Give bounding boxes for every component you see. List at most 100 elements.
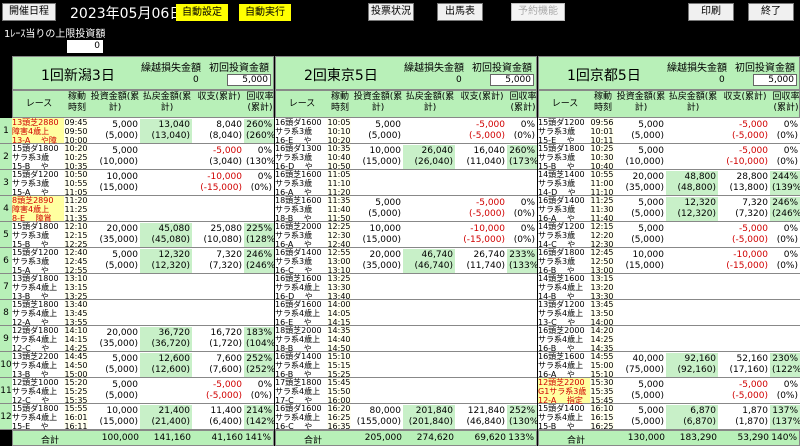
race-inv-cell bbox=[351, 171, 403, 195]
race-bal-cell: 1,870 (1,870) bbox=[735, 406, 768, 427]
total-bal: 41,160 bbox=[211, 433, 244, 443]
run-time: 13:25 13:30 13:40 bbox=[327, 274, 351, 301]
venue-name: 2回東京5日 bbox=[304, 68, 378, 84]
run-time: 13:15 13:20 13:30 bbox=[590, 274, 614, 301]
race-pay-cell bbox=[140, 145, 192, 169]
run-time: 12:45 12:50 13:00 bbox=[590, 248, 614, 275]
column-header: 回収率(累計) bbox=[772, 92, 800, 113]
race-info: 13頭芝2880 障害4歳上 13-A や障 bbox=[12, 118, 64, 145]
race-rate-cell: 0% (0%) bbox=[776, 120, 798, 141]
column-header: レース bbox=[551, 99, 579, 109]
race-bal-cell bbox=[718, 301, 770, 325]
auto-setting-button[interactable]: 自動設定 bbox=[176, 4, 228, 21]
race-inv-cell bbox=[351, 301, 403, 325]
race-inv-cell bbox=[351, 275, 403, 299]
initial-investment-input[interactable]: 5,000 bbox=[753, 74, 797, 86]
race-bal-cell bbox=[455, 327, 507, 351]
reserve-button[interactable]: 予約機能 bbox=[511, 3, 565, 21]
race-pay-cell bbox=[403, 353, 455, 377]
race-pay-cell bbox=[403, 327, 455, 351]
exit-button[interactable]: 終了 bbox=[748, 3, 794, 21]
race-bal-cell: -10,000 (-15,000) bbox=[726, 250, 768, 271]
race-pay-cell bbox=[140, 275, 192, 299]
race-rate-cell bbox=[244, 275, 274, 299]
race-inv-cell bbox=[351, 353, 403, 377]
race-number: 6 bbox=[0, 248, 12, 274]
race-info: 14頭芝1600 サラ系4歳上 14-B や bbox=[538, 274, 590, 301]
race-inv-cell: 5,000 (5,000) bbox=[105, 250, 138, 271]
total-rate: 140% bbox=[771, 433, 797, 443]
initial-investment-input[interactable]: 5,000 bbox=[227, 74, 271, 86]
race-info: 16頭ダ1400 サラ系3歳 16-A や bbox=[538, 196, 590, 223]
venue-header: 1回新潟3日 繰越損失金額 0 初回投資金額 5,000 bbox=[12, 56, 274, 90]
run-time: 14:00 14:05 14:15 bbox=[327, 300, 351, 327]
race-pay-cell bbox=[666, 145, 718, 169]
carryover-loss-value: 0 bbox=[719, 75, 725, 85]
race-pay-cell: 21,400 (21,400) bbox=[140, 405, 192, 429]
race-info: 15頭芝1800 サラ系4歳上 12-A や bbox=[12, 300, 64, 327]
race-number: 1 bbox=[0, 118, 12, 144]
race-number: 3 bbox=[0, 170, 12, 196]
race-info: 12頭芝1000 サラ系4歳上 12-C や bbox=[12, 378, 64, 405]
run-time: 12:40 12:45 12:55 bbox=[64, 248, 88, 275]
race-pay-cell bbox=[403, 223, 455, 247]
race-number: 12 bbox=[0, 404, 12, 430]
race-bal-cell: 8,040 (8,040) bbox=[209, 120, 242, 141]
initial-investment-input[interactable]: 5,000 bbox=[490, 74, 534, 86]
race-bal-cell: 7,320 (7,320) bbox=[735, 198, 768, 219]
race-pay-cell: 26,040 (26,040) bbox=[403, 145, 455, 169]
race-pay-cell bbox=[666, 249, 718, 273]
carryover-loss-value: 0 bbox=[193, 75, 199, 85]
race-info: 16頭芝1600 サラ系4歳上 16-D や bbox=[275, 274, 327, 301]
race-bal-cell: -5,000 (-5,000) bbox=[731, 380, 768, 401]
print-button[interactable]: 印刷 bbox=[688, 3, 734, 21]
race-pay-cell bbox=[666, 119, 718, 143]
total-pay: 274,620 bbox=[416, 433, 454, 443]
limit-input[interactable]: 0 bbox=[67, 40, 103, 53]
column-header: 稼動時刻 bbox=[593, 92, 612, 113]
vote-status-button[interactable]: 投票状況 bbox=[368, 3, 414, 21]
race-info: 12頭芝2200 G1サラ系3歳 12-A 指定 bbox=[538, 378, 590, 405]
race-inv-cell bbox=[614, 275, 666, 299]
limit-label: 1ﾚｰｽ当りの上限投資額 bbox=[4, 29, 106, 40]
auto-run-button[interactable]: 自動実行 bbox=[239, 4, 291, 21]
run-time: 10:25 10:30 10:40 bbox=[590, 144, 614, 171]
schedule-button[interactable]: 開催日程 bbox=[2, 3, 56, 21]
race-info: 15頭ダ1800 サラ系3歳 15-B や bbox=[12, 144, 64, 171]
race-bal-cell bbox=[718, 327, 770, 351]
race-rate-cell bbox=[507, 379, 537, 403]
race-inv-cell: 80,000 (155,000) bbox=[356, 406, 401, 427]
race-info: 18頭芝1600 サラ系3歳 18-B や bbox=[275, 196, 327, 223]
race-bal-cell: 25,080 (10,080) bbox=[203, 224, 242, 245]
run-time: 16:10 16:15 16:25 bbox=[590, 404, 614, 431]
race-inv-cell bbox=[88, 301, 140, 325]
race-bal-cell: 26,740 (11,740) bbox=[466, 250, 505, 271]
run-time: 13:10 13:15 13:25 bbox=[64, 274, 88, 301]
race-pay-cell bbox=[666, 275, 718, 299]
column-header: 回収率(累計) bbox=[246, 92, 274, 113]
race-rate-cell: 0% (0%) bbox=[776, 380, 798, 401]
race-inv-cell: 5,000 (5,000) bbox=[631, 224, 664, 245]
race-bal-cell bbox=[455, 275, 507, 299]
run-time: 13:45 13:50 14:00 bbox=[590, 300, 614, 327]
race-inv-cell bbox=[88, 197, 140, 221]
race-rate-cell bbox=[507, 327, 537, 351]
race-pay-cell: 45,080 (45,080) bbox=[140, 223, 192, 247]
race-inv-cell: 5,000 (5,000) bbox=[631, 198, 664, 219]
race-grid: 1 2 3 4 5 6 7 8 9 10 11 12 1回新潟3日 繰越損失金額 0 初回投資金額 5,000 レ… bbox=[0, 56, 800, 446]
race-number: 9 bbox=[0, 326, 12, 352]
race-rate-cell bbox=[507, 353, 537, 377]
race-rate-cell: 0% (0%) bbox=[513, 224, 535, 245]
race-bal-cell bbox=[192, 275, 244, 299]
race-info: 16頭芝1600 サラ系4歳上 16-A や bbox=[538, 352, 590, 379]
race-inv-cell: 20,000 (35,000) bbox=[625, 172, 664, 193]
runners-table-button[interactable]: 出馬表 bbox=[437, 3, 483, 21]
venue-header: 1回京都5日 繰越損失金額 0 初回投資金額 5,000 bbox=[538, 56, 800, 90]
race-bal-cell: -10,000 (-15,000) bbox=[463, 224, 505, 245]
race-bal-cell: -5,000 (-5,000) bbox=[731, 120, 768, 141]
run-time: 14:35 14:40 14:50 bbox=[327, 326, 351, 353]
race-number: 5 bbox=[0, 222, 12, 248]
race-info: 17頭芝1800 サラ系4歳上 17-C や bbox=[275, 378, 327, 405]
race-inv-cell bbox=[614, 327, 666, 351]
race-pay-cell bbox=[403, 119, 455, 143]
